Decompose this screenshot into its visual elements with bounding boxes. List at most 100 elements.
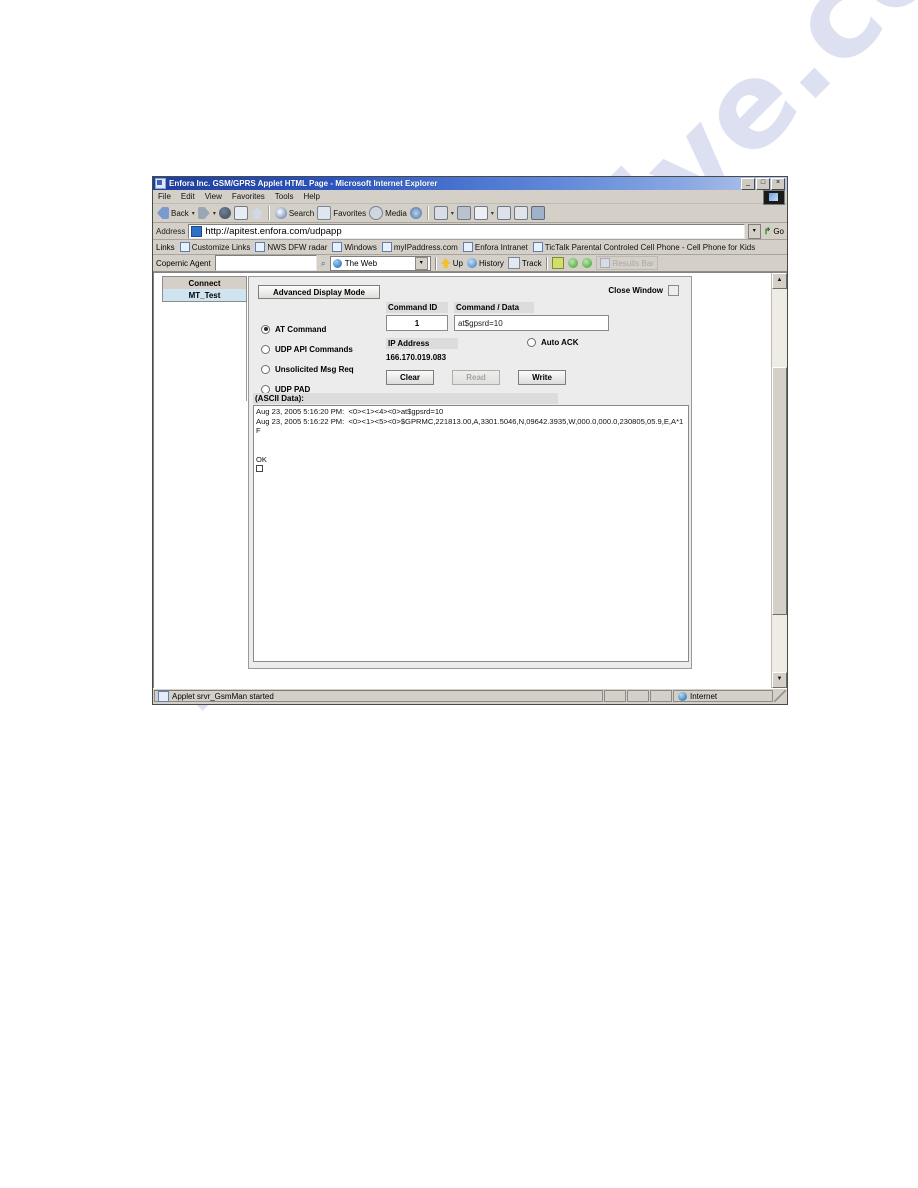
address-url-text: http://apitest.enfora.com/udpapp: [205, 225, 342, 237]
magnifier-icon[interactable]: ⌕: [321, 258, 326, 269]
chevron-down-icon[interactable]: ▾: [414, 256, 428, 270]
stop-icon[interactable]: [218, 207, 231, 219]
copernic-search-input[interactable]: [214, 255, 317, 271]
copernic-up-button[interactable]: Up: [440, 258, 463, 268]
copernic-toolbar: Copernic Agent ⌕ The Web ▾ Up History Tr…: [153, 255, 787, 272]
previous-hit-icon[interactable]: [567, 258, 578, 268]
search-icon: [274, 207, 287, 219]
print-icon[interactable]: [456, 206, 471, 220]
maximize-button[interactable]: □: [756, 177, 770, 190]
gsm-gprs-applet: Connect MT_Test Advanced Display Mode Cl…: [162, 276, 692, 671]
browser-window: Enfora Inc. GSM/GPRS Applet HTML Page - …: [152, 176, 788, 705]
minimize-button[interactable]: _: [741, 177, 755, 190]
menu-item-file[interactable]: File: [158, 192, 171, 201]
edit-icon[interactable]: [473, 206, 488, 220]
mail-icon[interactable]: [433, 206, 448, 220]
radio-label: AT Command: [275, 324, 327, 334]
forward-button[interactable]: [197, 207, 210, 219]
up-label: Up: [452, 258, 463, 268]
radio-udp-api-commands[interactable]: UDP API Commands: [261, 339, 396, 359]
menu-item-tools[interactable]: Tools: [275, 192, 294, 201]
advanced-display-mode-button[interactable]: Advanced Display Mode: [258, 285, 380, 299]
address-input[interactable]: http://apitest.enfora.com/udpapp: [188, 223, 745, 239]
clear-button[interactable]: Clear: [386, 370, 434, 385]
scroll-up-button[interactable]: ▲: [772, 273, 787, 289]
radio-unselected-icon: [261, 364, 270, 374]
copernic-engine-select[interactable]: The Web ▾: [329, 255, 431, 271]
link-customize-links[interactable]: Customize Links: [179, 242, 250, 252]
window-title: Enfora Inc. GSM/GPRS Applet HTML Page - …: [169, 179, 438, 188]
go-button[interactable]: ↱ Go: [764, 226, 784, 237]
search-button[interactable]: Search: [274, 207, 315, 219]
messenger-icon[interactable]: [513, 206, 528, 220]
link-label: myIPaddress.com: [393, 242, 458, 252]
scrollbar-track[interactable]: [772, 289, 787, 672]
address-label: Address: [156, 226, 186, 236]
media-icon: [369, 206, 384, 220]
back-arrow-icon: [157, 207, 169, 219]
security-zone-indicator[interactable]: Internet: [673, 690, 773, 702]
tab-connect[interactable]: Connect: [162, 276, 247, 289]
back-button[interactable]: Back: [157, 207, 189, 219]
next-hit-icon[interactable]: [581, 258, 592, 268]
menu-item-edit[interactable]: Edit: [181, 192, 195, 201]
auto-ack-label: Auto ACK: [541, 338, 579, 347]
copernic-label: Copernic Agent: [156, 258, 211, 268]
menu-item-help[interactable]: Help: [303, 192, 319, 201]
extra-tool-icon[interactable]: [530, 206, 545, 220]
back-label: Back: [171, 208, 189, 218]
engine-label: The Web: [344, 258, 378, 268]
menu-item-view[interactable]: View: [205, 192, 222, 201]
link-myipaddress[interactable]: myIPaddress.com: [381, 242, 458, 252]
ascii-data-output[interactable]: Aug 23, 2005 5:16:20 PM: <0><1><4><0>at$…: [253, 405, 689, 662]
copernic-track-button[interactable]: Track: [507, 257, 542, 269]
scrollbar-thumb[interactable]: [772, 367, 787, 615]
resize-grip-icon[interactable]: [774, 690, 786, 702]
command-id-input[interactable]: 1: [386, 315, 448, 331]
search-label: Search: [288, 208, 315, 218]
close-button[interactable]: ×: [771, 177, 785, 190]
favorites-button[interactable]: Favorites: [317, 206, 366, 220]
content-vertical-scrollbar[interactable]: ▲ ▼: [771, 273, 787, 688]
home-icon[interactable]: [250, 207, 263, 219]
applet-main-panel: Advanced Display Mode Close Window AT Co…: [248, 276, 692, 669]
ip-address-value: 166.170.019.083: [386, 353, 447, 362]
track-icon: [507, 257, 520, 269]
refresh-icon[interactable]: [233, 206, 248, 220]
mail-dropdown-icon[interactable]: ▾: [451, 210, 454, 217]
up-arrow-icon: [440, 258, 451, 268]
address-bar: Address http://apitest.enfora.com/udpapp…: [153, 223, 787, 240]
discuss-icon[interactable]: [496, 206, 511, 220]
close-window-checkbox[interactable]: [668, 285, 679, 296]
link-label: Windows: [344, 242, 377, 252]
auto-ack-control[interactable]: Auto ACK: [527, 338, 578, 347]
close-window-label: Close Window: [608, 286, 663, 295]
tab-mt-test[interactable]: MT_Test: [162, 289, 247, 302]
forward-dropdown-icon[interactable]: ▾: [213, 210, 216, 217]
write-button[interactable]: Write: [518, 370, 566, 385]
link-nws-dfw-radar[interactable]: NWS DFW radar: [255, 242, 327, 252]
favicon-icon: [255, 242, 266, 252]
radio-selected-icon: [261, 324, 270, 334]
back-dropdown-icon[interactable]: ▾: [192, 210, 195, 217]
scroll-down-button[interactable]: ▼: [772, 672, 787, 688]
favorites-label: Favorites: [333, 208, 367, 218]
radio-label: UDP API Commands: [275, 344, 353, 354]
address-dropdown-icon[interactable]: ▾: [747, 223, 761, 239]
copernic-results-bar-button[interactable]: Results Bar: [595, 256, 658, 270]
history-icon[interactable]: [409, 207, 422, 219]
link-enfora-intranet[interactable]: Enfora Intranet: [462, 242, 528, 252]
command-data-input[interactable]: at$gpsrd=10: [454, 315, 609, 331]
ascii-line: OK: [256, 454, 267, 464]
highlight-pencil-icon[interactable]: [551, 257, 564, 269]
link-windows[interactable]: Windows: [332, 242, 377, 252]
page-icon: [191, 225, 203, 237]
close-window-control[interactable]: Close Window: [608, 285, 679, 296]
link-tictalk[interactable]: TicTalk Parental Controled Cell Phone - …: [532, 242, 755, 252]
edit-dropdown-icon[interactable]: ▾: [491, 210, 494, 217]
media-button[interactable]: Media: [369, 206, 407, 220]
menu-item-favorites[interactable]: Favorites: [232, 192, 265, 201]
radio-at-command[interactable]: AT Command: [261, 319, 396, 339]
copernic-history-button[interactable]: History: [466, 258, 504, 268]
radio-unsolicited-msg-req[interactable]: Unsolicited Msg Req: [261, 359, 396, 379]
